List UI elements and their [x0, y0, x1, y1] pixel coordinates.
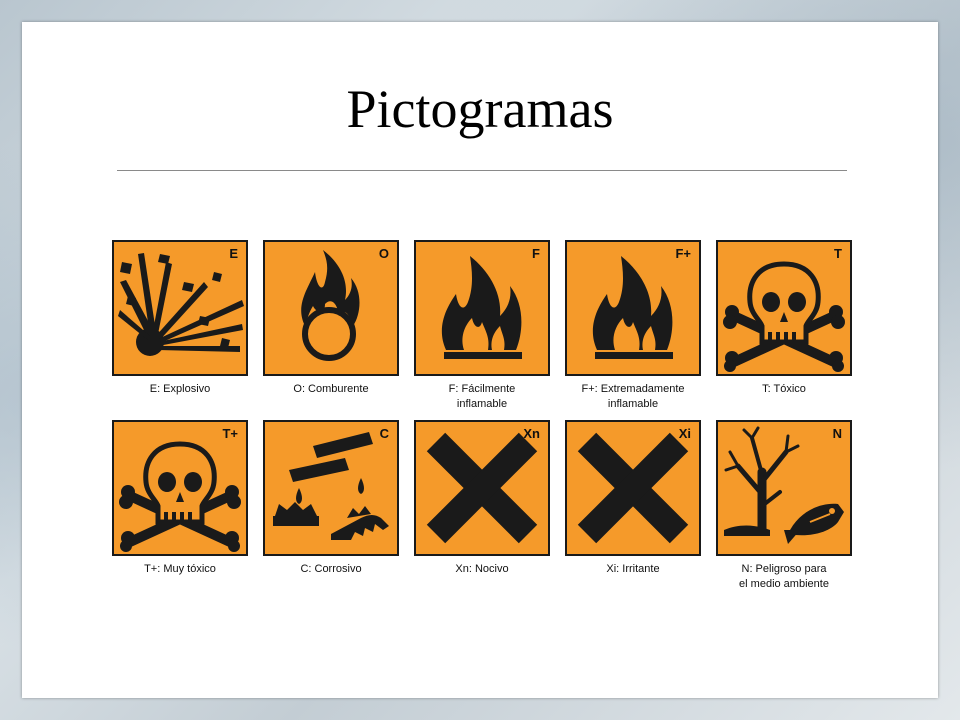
pictogram-code: F+ [675, 246, 691, 261]
pictogram-tile: F+ [565, 240, 701, 376]
corrosion-icon [273, 432, 389, 540]
pictogram-label: O: Comburente [293, 383, 369, 395]
pictogram-tile: F [414, 240, 550, 376]
flame-over-circle-icon [301, 250, 360, 361]
pictogram-tile: C [263, 420, 399, 556]
pictogram-label: T: Tóxico [762, 383, 806, 395]
pictogram-tile: E [112, 240, 248, 376]
pictogram-label: E: Explosivo [149, 383, 211, 395]
pictogram-tile: Xn [414, 420, 550, 556]
pictogram-label: F+: Extremadamente inflamable [581, 383, 685, 410]
dead-tree-fish-icon [724, 426, 844, 544]
skull-crossbones-icon [119, 441, 241, 552]
flame-icon [592, 256, 673, 359]
saint-andrew-cross-icon [577, 432, 689, 544]
explosion-icon [118, 253, 244, 356]
pictogram-code: O [378, 246, 389, 261]
pictogram-code: N [832, 426, 842, 441]
pictogram-code: T [834, 246, 842, 261]
slide: Pictogramas E E: Explosivo O O: Comburen… [22, 22, 938, 698]
saint-andrew-cross-icon [426, 432, 538, 544]
pictogram-label: T+: Muy tóxico [144, 563, 216, 575]
pictogram-tile: O [263, 240, 399, 376]
title-divider [117, 170, 847, 171]
flame-icon [441, 256, 522, 359]
pictogram-tile: Xi [565, 420, 701, 556]
skull-crossbones-icon [723, 261, 845, 372]
pictogram-panel: E E: Explosivo O O: Comburente F F: Fáci… [88, 210, 852, 606]
pictogram-label: F: Fácilmente inflamable [448, 383, 516, 410]
pictogram-tile: N [716, 420, 852, 556]
pictogram-tile: T [716, 240, 852, 376]
slide-title: Pictogramas [346, 79, 614, 139]
pictogram-label: Xn: Nocivo [455, 563, 509, 575]
pictogram-code: Xn [523, 426, 540, 441]
pictogram-code: F [532, 246, 540, 261]
pictogram-code: T+ [222, 426, 238, 441]
pictogram-label: Xi: Irritante [606, 563, 660, 575]
pictogram-label: N: Peligroso para el medio ambiente [739, 563, 829, 590]
pictogram-code: E [229, 246, 238, 261]
pictogram-code: C [379, 426, 389, 441]
pictogram-label: C: Corrosivo [300, 563, 362, 575]
pictogram-tile: T+ [112, 420, 248, 556]
pictogram-code: Xi [678, 426, 691, 441]
